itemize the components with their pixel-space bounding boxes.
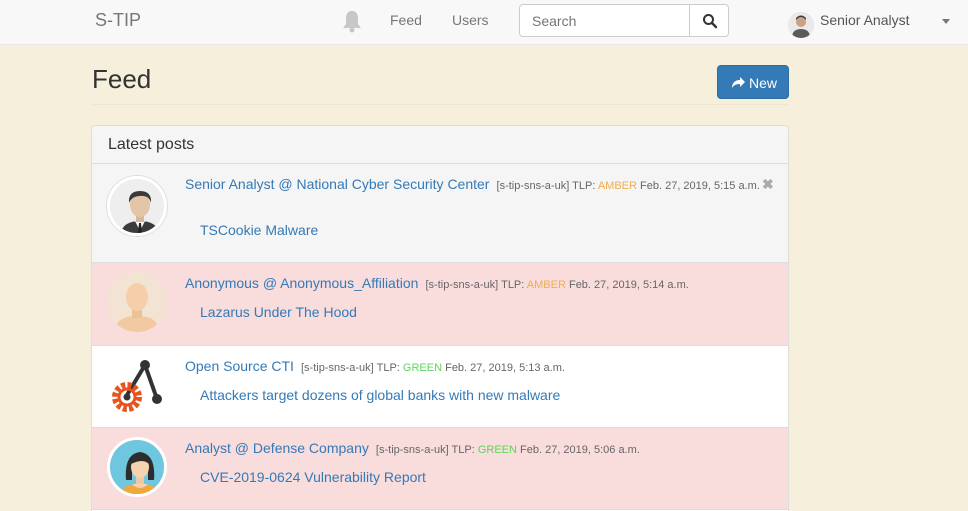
post-title-link[interactable]: Attackers target dozens of global banks …: [200, 387, 560, 403]
list-item: Anonymous @ Anonymous_Affiliation [s-tip…: [92, 263, 788, 346]
avatar[interactable]: [107, 355, 167, 415]
list-item: Senior Analyst @ National Cyber Security…: [92, 164, 788, 263]
post-meta: Open Source CTI [s-tip-sns-a-uk] TLP: GR…: [185, 358, 565, 374]
brand-logo[interactable]: S-TIP: [95, 10, 141, 31]
avatar[interactable]: [107, 272, 167, 332]
post-meta: Senior Analyst @ National Cyber Security…: [185, 177, 770, 194]
divider: [92, 104, 788, 105]
panel-heading: Latest posts: [92, 126, 788, 164]
tlp-badge: AMBER: [526, 279, 566, 291]
new-post-button[interactable]: New: [717, 65, 789, 99]
post-author-link[interactable]: Senior Analyst @ National Cyber Security…: [185, 176, 489, 192]
list-item: Open Source CTI [s-tip-sns-a-uk] TLP: GR…: [92, 346, 788, 428]
avatar[interactable]: [107, 176, 167, 236]
user-avatar[interactable]: [788, 12, 814, 38]
post-date: Feb. 27, 2019, 5:13 a.m.: [445, 362, 565, 374]
post-author-link[interactable]: Anonymous @ Anonymous_Affiliation: [185, 275, 418, 291]
search-input[interactable]: [519, 4, 690, 37]
post-date: Feb. 27, 2019, 5:06 a.m.: [520, 444, 640, 456]
post-tag: [s-tip-sns-a-uk]: [496, 180, 570, 192]
post-tag: [s-tip-sns-a-uk]: [425, 279, 499, 291]
post-meta: Analyst @ Defense Company [s-tip-sns-a-u…: [185, 440, 640, 456]
page-title: Feed: [92, 64, 152, 94]
chevron-down-icon[interactable]: [942, 19, 950, 24]
post-author-link[interactable]: Open Source CTI: [185, 358, 294, 374]
tlp-badge: GREEN: [477, 444, 517, 456]
tlp-label: TLP:: [376, 362, 400, 374]
post-date: Feb. 27, 2019, 5:14 a.m.: [568, 279, 689, 291]
post-tag: [s-tip-sns-a-uk]: [375, 444, 449, 456]
panel-heading-text: Latest posts: [108, 136, 195, 153]
post-title-link[interactable]: TSCookie Malware: [200, 222, 318, 238]
search-button[interactable]: [689, 4, 729, 37]
tlp-label: TLP:: [451, 444, 475, 456]
share-icon: [732, 77, 745, 88]
open-source-cti-logo: [107, 355, 167, 415]
post-date: Feb. 27, 2019, 5:15 a.m.: [640, 180, 760, 192]
post-meta: Anonymous @ Anonymous_Affiliation [s-tip…: [185, 275, 689, 291]
user-menu-name[interactable]: Senior Analyst: [820, 12, 910, 28]
navbar: S-TIP Feed Users Senior Analyst: [0, 0, 968, 45]
close-icon[interactable]: ✖: [762, 176, 774, 193]
nav-feed-link[interactable]: Feed: [390, 12, 422, 28]
tlp-badge: AMBER: [597, 180, 637, 192]
post-tag: [s-tip-sns-a-uk]: [301, 362, 374, 374]
tlp-label: TLP:: [501, 279, 525, 291]
nav-users-link[interactable]: Users: [452, 12, 489, 28]
search-icon: [703, 14, 718, 29]
tlp-label: TLP:: [572, 180, 596, 192]
new-post-label: New: [749, 75, 778, 91]
bell-icon[interactable]: [341, 9, 363, 33]
post-title-link[interactable]: Lazarus Under The Hood: [200, 304, 357, 320]
tlp-badge: GREEN: [402, 362, 443, 374]
latest-posts-panel: Latest posts Senior Analyst @ National C…: [91, 125, 789, 511]
post-author-link[interactable]: Analyst @ Defense Company: [185, 440, 369, 456]
post-title-link[interactable]: CVE-2019-0624 Vulnerability Report: [200, 469, 426, 485]
avatar[interactable]: [107, 437, 167, 497]
list-item: Analyst @ Defense Company [s-tip-sns-a-u…: [92, 428, 788, 510]
